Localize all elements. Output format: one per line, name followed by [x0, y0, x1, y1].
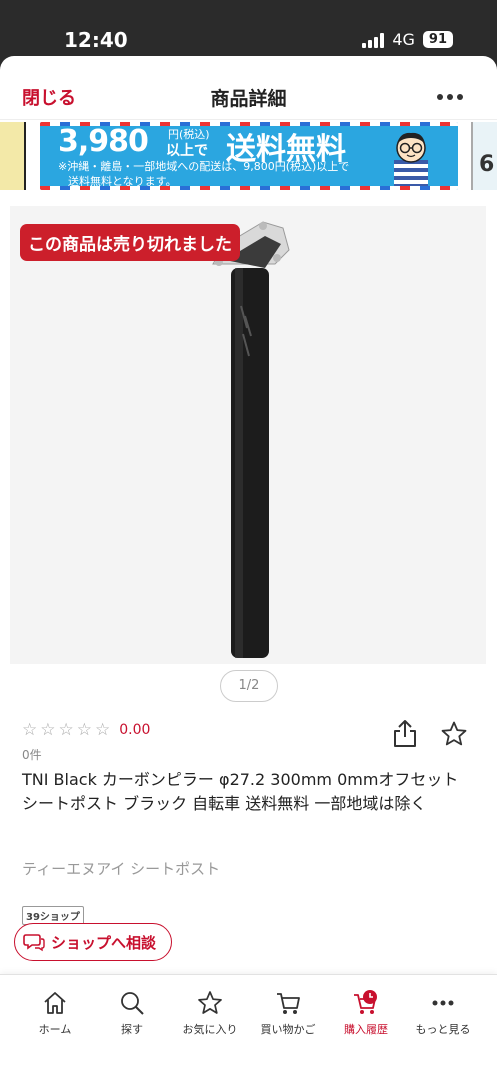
more-options-icon[interactable] — [437, 94, 463, 100]
chat-icon — [23, 934, 45, 952]
free-shipping-banner[interactable]: 3,980 円(税込) 以上で 送料無料 ※沖縄・離島・一部地域への配送は、9,… — [40, 122, 458, 190]
bottom-tab-bar: ホーム 探す お気に入り 買い物かご 購入履歴 もっと見る — [0, 974, 497, 1080]
tab-favorites-label: お気に入り — [182, 1023, 238, 1036]
product-sheet: 閉じる 商品詳細 3,980 円(税込) 以上で 送料無料 ※沖縄・離島・一部地… — [0, 56, 497, 1080]
tab-search[interactable]: 探す — [92, 989, 172, 1037]
more-icon — [432, 1000, 454, 1006]
tab-favorites[interactable]: お気に入り — [170, 989, 250, 1037]
star-empty-icon: ☆ — [76, 720, 92, 740]
banner-price: 3,980 — [58, 124, 149, 159]
star-empty-icon: ☆ — [95, 720, 111, 740]
seatpost-image — [212, 221, 290, 658]
consult-shop-label: ショップへ相談 — [51, 933, 157, 952]
consult-shop-button[interactable]: ショップへ相談 — [14, 923, 172, 961]
home-icon — [44, 992, 66, 1014]
banner-next-peek: 6 — [471, 122, 497, 190]
navigation-bar: 閉じる 商品詳細 — [0, 56, 497, 120]
battery-icon: 91 — [422, 31, 453, 48]
product-subtitle: ティーエヌアイ シートポスト — [22, 860, 221, 878]
mascot-illustration — [394, 132, 428, 188]
rating-row[interactable]: ☆ ☆ ☆ ☆ ☆ 0.00 — [22, 720, 150, 740]
banner-price-above: 以上で — [166, 143, 208, 159]
star-icon — [198, 991, 222, 1014]
network-type: 4G — [392, 30, 415, 49]
banner-next-peek-text: 6 — [479, 152, 495, 177]
tab-purchase-history-label: 購入履歴 — [344, 1023, 388, 1036]
signal-icon — [362, 32, 385, 48]
star-empty-icon: ☆ — [58, 720, 74, 740]
banner-note-line1: ※沖縄・離島・一部地域への配送は、9,800円(税込)以上で — [58, 160, 350, 173]
sold-out-badge: この商品は売り切れました — [20, 224, 240, 261]
image-pager: 1/2 — [220, 670, 278, 702]
product-image-gallery[interactable]: この商品は売り切れました — [0, 206, 497, 664]
review-count[interactable]: 0件 — [22, 746, 42, 763]
tab-cart-label: 買い物かご — [260, 1023, 316, 1036]
product-title: TNI Black カーボンピラー φ27.2 300mm 0mmオフセット シ… — [22, 770, 459, 813]
star-empty-icon: ☆ — [22, 720, 38, 740]
tab-more[interactable]: もっと見る — [403, 989, 483, 1037]
promo-banner-carousel[interactable]: 3,980 円(税込) 以上で 送料無料 ※沖縄・離島・一部地域への配送は、9,… — [0, 122, 497, 192]
favorite-star-icon[interactable] — [440, 720, 468, 748]
rating-score: 0.00 — [119, 722, 151, 738]
tab-search-label: 探す — [121, 1023, 143, 1036]
tab-purchase-history[interactable]: 購入履歴 — [326, 989, 406, 1037]
star-empty-icon: ☆ — [40, 720, 56, 740]
tab-cart[interactable]: 買い物かご — [248, 989, 328, 1037]
cart-icon — [277, 993, 300, 1014]
purchase-history-icon — [354, 990, 377, 1014]
status-bar: 12:40 4G 91 — [0, 0, 497, 56]
share-icon[interactable] — [392, 718, 418, 748]
search-icon — [121, 992, 144, 1015]
page-title: 商品詳細 — [210, 88, 287, 110]
banner-prev-peek — [0, 122, 26, 190]
tab-more-label: もっと見る — [415, 1023, 471, 1036]
tab-home-label: ホーム — [38, 1023, 72, 1036]
status-time: 12:40 — [64, 28, 128, 52]
tab-home[interactable]: ホーム — [15, 989, 95, 1037]
status-indicators: 4G 91 — [362, 30, 453, 49]
